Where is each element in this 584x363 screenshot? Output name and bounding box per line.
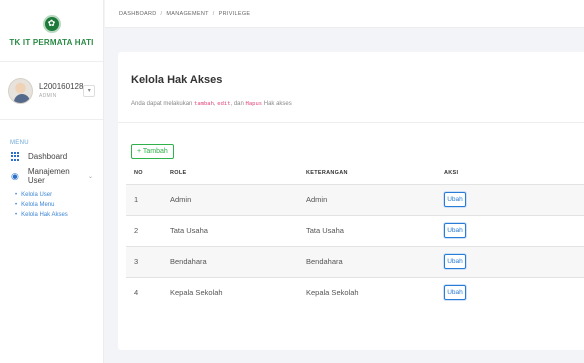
cell-no: 3 xyxy=(126,245,170,277)
edit-button[interactable]: Ubah xyxy=(444,192,466,207)
cell-no: 4 xyxy=(126,276,170,308)
submenu-item-kelola-hak-akses[interactable]: • Kelola Hak Akses xyxy=(0,210,103,220)
chevron-down-icon: ⌄ xyxy=(87,173,93,180)
table-row: 2 Tata Usaha Tata Usaha Ubah xyxy=(126,214,584,246)
submenu-item-label: Kelola Hak Akses xyxy=(21,212,68,218)
sidebar-item-manajemen-user[interactable]: ◉ Manajemen User ⌄ xyxy=(0,166,103,186)
access-card: Kelola Hak Akses Anda dapat melakukan ta… xyxy=(118,52,584,350)
edit-button[interactable]: Ubah xyxy=(444,285,466,301)
brand[interactable]: ✿ TK IT PERMATA HATI xyxy=(0,0,103,62)
column-header-role: ROLE xyxy=(170,169,187,176)
cell-keterangan: Tata Usaha xyxy=(306,214,444,246)
user-role: ADMIN xyxy=(38,93,57,99)
avatar xyxy=(8,77,33,104)
add-access-button[interactable]: + Tambah xyxy=(131,144,174,159)
chevron-down-icon[interactable]: ▾ xyxy=(83,84,95,97)
desc-text: Anda dapat melakukan xyxy=(131,101,195,107)
bullet-icon: • xyxy=(15,212,18,218)
submenu-item-label: Kelola Menu xyxy=(21,202,55,208)
breadcrumb-separator: / xyxy=(160,10,163,17)
cell-aksi: Ubah xyxy=(444,245,584,277)
cell-keterangan: Kepala Sekolah xyxy=(306,276,444,308)
school-logo-icon: ✿ xyxy=(42,14,61,33)
breadcrumb: DASHBOARD / MANAGEMENT / PRIVILEGE xyxy=(105,0,584,28)
bullet-icon: • xyxy=(15,202,18,208)
user-meta: L200160128 ADMIN xyxy=(39,82,84,99)
user-name: L200160128 xyxy=(38,82,84,91)
submenu-item-label: Kelola User xyxy=(21,192,53,198)
desc-text: , dan xyxy=(230,101,246,107)
table-header-row: NO ROLE KETERANGAN AKSI xyxy=(126,162,584,184)
user-circle-icon: ◉ xyxy=(11,171,19,181)
page-description: Anda dapat melakukan tambah, edit, dan H… xyxy=(131,101,292,107)
submenu-item-kelola-menu[interactable]: • Kelola Menu xyxy=(0,200,103,210)
cell-role: Tata Usaha xyxy=(170,214,306,246)
sidebar-item-label: Dashboard xyxy=(28,151,68,161)
cell-no: 1 xyxy=(126,183,170,215)
cell-keterangan: Admin xyxy=(306,183,444,215)
table-row: 1 Admin Admin Ubah xyxy=(126,183,584,215)
page-title: Kelola Hak Akses xyxy=(131,74,223,86)
cell-role: Admin xyxy=(170,183,306,215)
table-row: 4 Kepala Sekolah Kepala Sekolah Ubah xyxy=(126,276,584,308)
breadcrumb-item-management[interactable]: MANAGEMENT xyxy=(166,11,208,17)
desc-keyword-tambah: tambah xyxy=(194,101,214,107)
cell-keterangan: Bendahara xyxy=(306,245,444,277)
grid-icon xyxy=(10,151,20,161)
breadcrumb-item-dashboard[interactable]: DASHBOARD xyxy=(119,11,157,17)
sidebar: ✿ TK IT PERMATA HATI L200160128 ADMIN ▾ … xyxy=(0,0,104,363)
column-header-no: NO xyxy=(134,169,143,176)
bullet-icon: • xyxy=(15,192,18,198)
access-table: NO ROLE KETERANGAN AKSI 1 Admin Admin Ub… xyxy=(126,162,584,308)
divider xyxy=(118,122,584,123)
edit-button[interactable]: Ubah xyxy=(444,254,466,269)
cell-role: Bendahara xyxy=(170,245,306,277)
column-header-aksi: AKSI xyxy=(444,169,459,176)
desc-keyword-edit: edit xyxy=(217,101,231,107)
brand-name: TK IT PERMATA HATI xyxy=(9,37,94,47)
table-row: 3 Bendahara Bendahara Ubah xyxy=(126,245,584,277)
cell-aksi: Ubah xyxy=(444,276,584,308)
breadcrumb-item-privilege: PRIVILEGE xyxy=(218,10,251,17)
user-panel: L200160128 ADMIN ▾ xyxy=(0,62,103,120)
breadcrumb-separator: / xyxy=(212,10,215,17)
sidebar-item-label: Manajemen User xyxy=(27,167,70,185)
edit-button[interactable]: Ubah xyxy=(444,223,466,238)
cell-aksi: Ubah xyxy=(444,183,584,215)
submenu-item-kelola-user[interactable]: • Kelola User xyxy=(0,190,103,200)
desc-text: Hak akses xyxy=(262,101,292,107)
cell-no: 2 xyxy=(126,214,170,246)
desc-keyword-hapus: Hapus xyxy=(245,101,263,107)
cell-role: Kepala Sekolah xyxy=(170,276,306,308)
column-header-keterangan: KETERANGAN xyxy=(306,169,348,176)
sidebar-item-dashboard[interactable]: Dashboard xyxy=(0,146,103,166)
cell-aksi: Ubah xyxy=(444,214,584,246)
